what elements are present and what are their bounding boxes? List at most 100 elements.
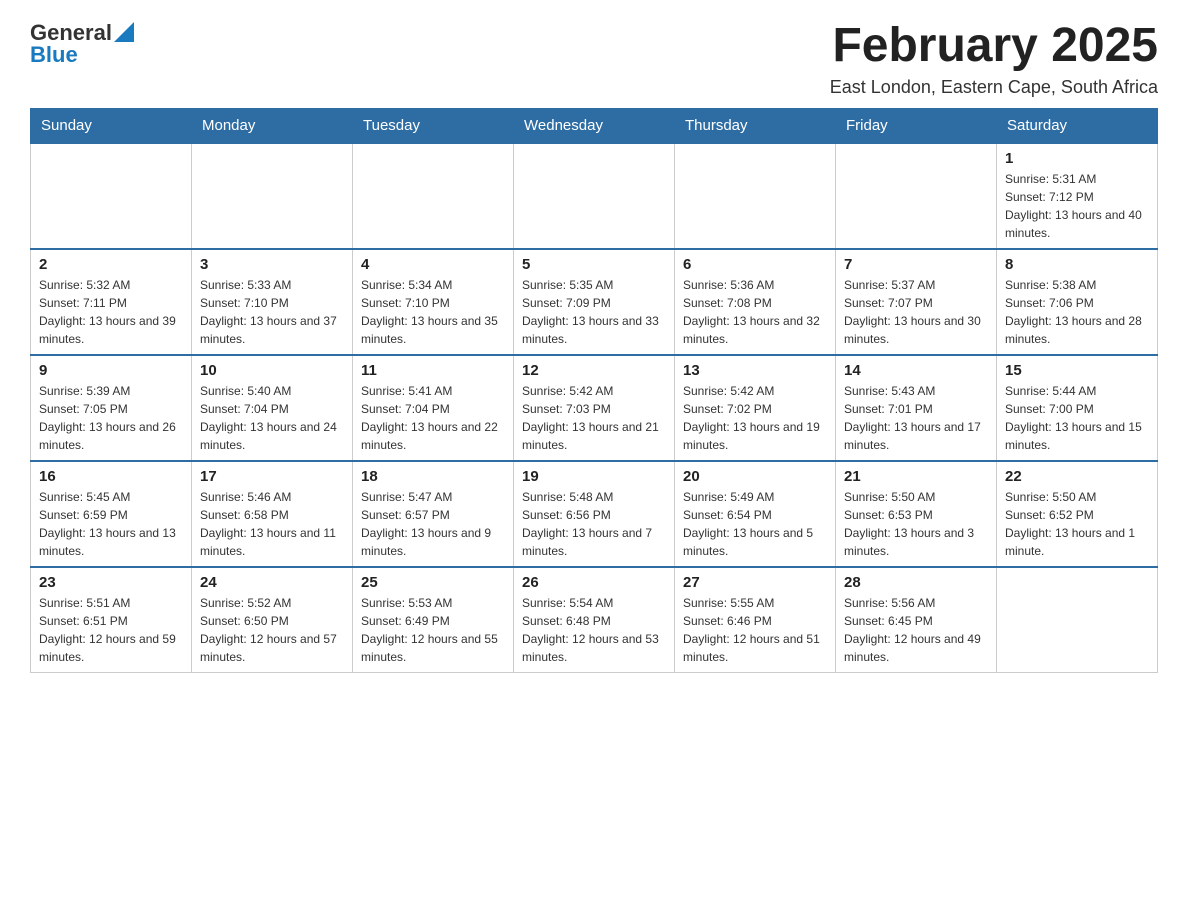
calendar-cell: 27Sunrise: 5:55 AMSunset: 6:46 PMDayligh… [675,567,836,673]
day-number: 10 [200,362,344,379]
calendar-cell: 17 Sunrise: 5:46 AMSunset: 6:58 PMDayligh… [192,461,353,567]
calendar-cell: 14 Sunrise: 5:43 AMSunset: 7:01 PMDayligh… [836,355,997,461]
calendar-cell [675,143,836,249]
day-number: 4 [361,256,505,273]
calendar-cell: 20 Sunrise: 5:49 AMSunset: 6:54 PMDayligh… [675,461,836,567]
day-number: 17 [200,468,344,485]
day-number: 7 [844,256,988,273]
day-info: Sunrise: 5:53 AMSunset: 6:49 PMDaylight:… [361,594,505,666]
calendar-cell: 7 Sunrise: 5:37 AMSunset: 7:07 PMDaylight… [836,249,997,355]
day-info: Sunrise: 5:41 AMSunset: 7:04 PMDaylight:… [361,382,505,454]
calendar-week-row: 1 Sunrise: 5:31 AMSunset: 7:12 PMDaylight… [31,143,1158,249]
logo: General Blue [30,20,134,68]
weekday-header-sunday: Sunday [31,108,192,143]
calendar-cell: 15Sunrise: 5:44 AMSunset: 7:00 PMDayligh… [997,355,1158,461]
page-header: General Blue February 2025 East London, … [30,20,1158,98]
day-info: Sunrise: 5:50 AMSunset: 6:52 PMDaylight:… [1005,488,1149,560]
day-number: 28 [844,574,988,591]
calendar-cell: 28 Sunrise: 5:56 AMSunset: 6:45 PMDayligh… [836,567,997,673]
day-number: 19 [522,468,666,485]
calendar-cell: 9Sunrise: 5:39 AMSunset: 7:05 PMDaylight… [31,355,192,461]
calendar-cell [31,143,192,249]
day-number: 20 [683,468,827,485]
day-number: 14 [844,362,988,379]
day-info: Sunrise: 5:47 AMSunset: 6:57 PMDaylight:… [361,488,505,560]
day-number: 22 [1005,468,1149,485]
day-info: Sunrise: 5:39 AMSunset: 7:05 PMDaylight:… [39,382,183,454]
calendar-week-row: 23 Sunrise: 5:51 AMSunset: 6:51 PMDayligh… [31,567,1158,673]
calendar-week-row: 2 Sunrise: 5:32 AMSunset: 7:11 PMDaylight… [31,249,1158,355]
day-info: Sunrise: 5:37 AMSunset: 7:07 PMDaylight:… [844,276,988,348]
day-info: Sunrise: 5:35 AMSunset: 7:09 PMDaylight:… [522,276,666,348]
day-info: Sunrise: 5:43 AMSunset: 7:01 PMDaylight:… [844,382,988,454]
weekday-header-thursday: Thursday [675,108,836,143]
day-number: 2 [39,256,183,273]
calendar-cell: 8 Sunrise: 5:38 AMSunset: 7:06 PMDaylight… [997,249,1158,355]
logo-blue-text: Blue [30,42,78,68]
day-info: Sunrise: 5:51 AMSunset: 6:51 PMDaylight:… [39,594,183,666]
month-title: February 2025 [830,20,1158,73]
calendar-cell: 11 Sunrise: 5:41 AMSunset: 7:04 PMDayligh… [353,355,514,461]
day-number: 24 [200,574,344,591]
calendar-cell [836,143,997,249]
day-info: Sunrise: 5:54 AMSunset: 6:48 PMDaylight:… [522,594,666,666]
calendar-week-row: 16Sunrise: 5:45 AMSunset: 6:59 PMDayligh… [31,461,1158,567]
day-number: 26 [522,574,666,591]
calendar-table: SundayMondayTuesdayWednesdayThursdayFrid… [30,108,1158,673]
day-info: Sunrise: 5:46 AMSunset: 6:58 PMDaylight:… [200,488,344,560]
day-number: 5 [522,256,666,273]
day-number: 11 [361,362,505,379]
location-subtitle: East London, Eastern Cape, South Africa [830,77,1158,98]
day-info: Sunrise: 5:32 AMSunset: 7:11 PMDaylight:… [39,276,183,348]
calendar-cell: 13 Sunrise: 5:42 AMSunset: 7:02 PMDayligh… [675,355,836,461]
day-number: 6 [683,256,827,273]
day-info: Sunrise: 5:45 AMSunset: 6:59 PMDaylight:… [39,488,183,560]
calendar-cell [997,567,1158,673]
day-number: 15 [1005,362,1149,379]
calendar-cell: 21 Sunrise: 5:50 AMSunset: 6:53 PMDayligh… [836,461,997,567]
logo-triangle-icon [114,22,134,42]
calendar-cell [514,143,675,249]
weekday-header-tuesday: Tuesday [353,108,514,143]
day-info: Sunrise: 5:56 AMSunset: 6:45 PMDaylight:… [844,594,988,666]
title-section: February 2025 East London, Eastern Cape,… [830,20,1158,98]
day-number: 8 [1005,256,1149,273]
calendar-cell: 1 Sunrise: 5:31 AMSunset: 7:12 PMDaylight… [997,143,1158,249]
day-number: 23 [39,574,183,591]
day-number: 18 [361,468,505,485]
day-number: 27 [683,574,827,591]
calendar-cell: 26 Sunrise: 5:54 AMSunset: 6:48 PMDayligh… [514,567,675,673]
day-number: 3 [200,256,344,273]
day-number: 12 [522,362,666,379]
day-number: 13 [683,362,827,379]
day-info: Sunrise: 5:33 AMSunset: 7:10 PMDaylight:… [200,276,344,348]
calendar-cell: 18 Sunrise: 5:47 AMSunset: 6:57 PMDayligh… [353,461,514,567]
weekday-header-wednesday: Wednesday [514,108,675,143]
calendar-cell: 25 Sunrise: 5:53 AMSunset: 6:49 PMDayligh… [353,567,514,673]
calendar-cell: 10Sunrise: 5:40 AMSunset: 7:04 PMDayligh… [192,355,353,461]
day-info: Sunrise: 5:42 AMSunset: 7:02 PMDaylight:… [683,382,827,454]
day-info: Sunrise: 5:38 AMSunset: 7:06 PMDaylight:… [1005,276,1149,348]
day-info: Sunrise: 5:36 AMSunset: 7:08 PMDaylight:… [683,276,827,348]
calendar-cell: 2 Sunrise: 5:32 AMSunset: 7:11 PMDaylight… [31,249,192,355]
calendar-header-row: SundayMondayTuesdayWednesdayThursdayFrid… [31,108,1158,143]
day-number: 1 [1005,150,1149,167]
day-number: 25 [361,574,505,591]
day-number: 21 [844,468,988,485]
calendar-cell: 19Sunrise: 5:48 AMSunset: 6:56 PMDayligh… [514,461,675,567]
day-info: Sunrise: 5:34 AMSunset: 7:10 PMDaylight:… [361,276,505,348]
day-info: Sunrise: 5:49 AMSunset: 6:54 PMDaylight:… [683,488,827,560]
calendar-cell: 22 Sunrise: 5:50 AMSunset: 6:52 PMDayligh… [997,461,1158,567]
day-info: Sunrise: 5:31 AMSunset: 7:12 PMDaylight:… [1005,170,1149,242]
calendar-cell: 24Sunrise: 5:52 AMSunset: 6:50 PMDayligh… [192,567,353,673]
calendar-cell: 12 Sunrise: 5:42 AMSunset: 7:03 PMDayligh… [514,355,675,461]
day-info: Sunrise: 5:42 AMSunset: 7:03 PMDaylight:… [522,382,666,454]
calendar-cell [192,143,353,249]
day-info: Sunrise: 5:50 AMSunset: 6:53 PMDaylight:… [844,488,988,560]
weekday-header-monday: Monday [192,108,353,143]
weekday-header-friday: Friday [836,108,997,143]
calendar-cell: 3 Sunrise: 5:33 AMSunset: 7:10 PMDaylight… [192,249,353,355]
calendar-cell: 5 Sunrise: 5:35 AMSunset: 7:09 PMDaylight… [514,249,675,355]
calendar-cell [353,143,514,249]
calendar-cell: 6 Sunrise: 5:36 AMSunset: 7:08 PMDaylight… [675,249,836,355]
